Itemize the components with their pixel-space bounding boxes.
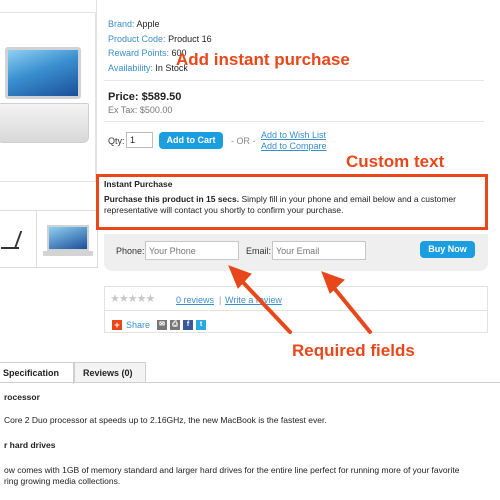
instant-purchase-bold: Purchase this product in 15 secs. [104, 194, 240, 204]
thumbnail-laptop [47, 225, 89, 251]
or-separator: - OR - [231, 136, 256, 146]
laptop-base-image [0, 103, 89, 143]
ex-tax-price: Ex Tax: $500.00 [108, 105, 173, 115]
divider [104, 80, 484, 81]
add-to-compare-link[interactable]: Add to Compare [261, 141, 327, 152]
email-label: Email: [246, 246, 272, 256]
availability-label: Availability: [108, 62, 153, 73]
instant-purchase-title: Instant Purchase [104, 179, 173, 189]
annotation-required-fields: Required fields [292, 341, 415, 360]
description-text: Core 2 Duo processor at speeds up to 2.1… [4, 415, 327, 425]
annotation-add-instant-purchase: Add instant purchase [176, 50, 350, 69]
email-icon[interactable]: ✉ [157, 320, 167, 330]
description-text: ow comes with 1GB of memory standard and… [4, 465, 460, 475]
reward-points-label: Reward Points: [108, 48, 170, 58]
product-thumbnail[interactable] [36, 210, 98, 268]
description-heading: r hard drives [4, 440, 56, 450]
print-icon[interactable]: ⎙ [170, 320, 180, 330]
qty-label: Qty: [108, 136, 125, 146]
thumbnail-laptop-base [43, 251, 93, 256]
facebook-icon[interactable]: f [183, 320, 193, 330]
tabs-divider [0, 382, 500, 383]
price: Price: $589.50 [108, 91, 182, 103]
phone-label: Phone: [116, 246, 145, 256]
brand-label: Brand: [108, 19, 135, 29]
cart-links: Add to Wish List Add to Compare [261, 130, 327, 152]
annotation-custom-text: Custom text [346, 152, 445, 171]
product-code-label: Product Code: [108, 33, 166, 44]
email-input[interactable] [272, 241, 366, 260]
divider [104, 310, 488, 311]
reviews-count-link[interactable]: 0 reviews [176, 295, 214, 305]
separator: | [219, 295, 222, 305]
add-share-icon[interactable]: + [112, 320, 122, 330]
description-text: ring growing media collections. [4, 476, 121, 486]
product-code: Product 16 [168, 33, 212, 44]
divider [104, 121, 484, 122]
rating-stars: ★★★★★ [110, 293, 155, 305]
brand-link[interactable]: Apple [137, 19, 160, 29]
write-review-link[interactable]: Write a review [225, 295, 282, 305]
quantity-input[interactable] [126, 132, 153, 148]
add-to-cart-button[interactable]: Add to Cart [159, 132, 223, 149]
buy-now-button[interactable]: Buy Now [420, 241, 475, 258]
add-to-wishlist-link[interactable]: Add to Wish List [261, 130, 327, 141]
laptop-screen-image [5, 47, 81, 99]
share-link[interactable]: Share [126, 320, 150, 330]
phone-input[interactable] [145, 241, 239, 260]
product-main-image[interactable] [0, 12, 96, 182]
tab-specification[interactable]: Specification [0, 362, 74, 384]
description-heading: rocessor [4, 392, 40, 402]
divider [96, 0, 97, 198]
tab-reviews[interactable]: Reviews (0) [74, 362, 146, 383]
instant-purchase-text: Purchase this product in 15 secs. Simply… [104, 194, 482, 216]
twitter-icon[interactable]: t [196, 320, 206, 330]
